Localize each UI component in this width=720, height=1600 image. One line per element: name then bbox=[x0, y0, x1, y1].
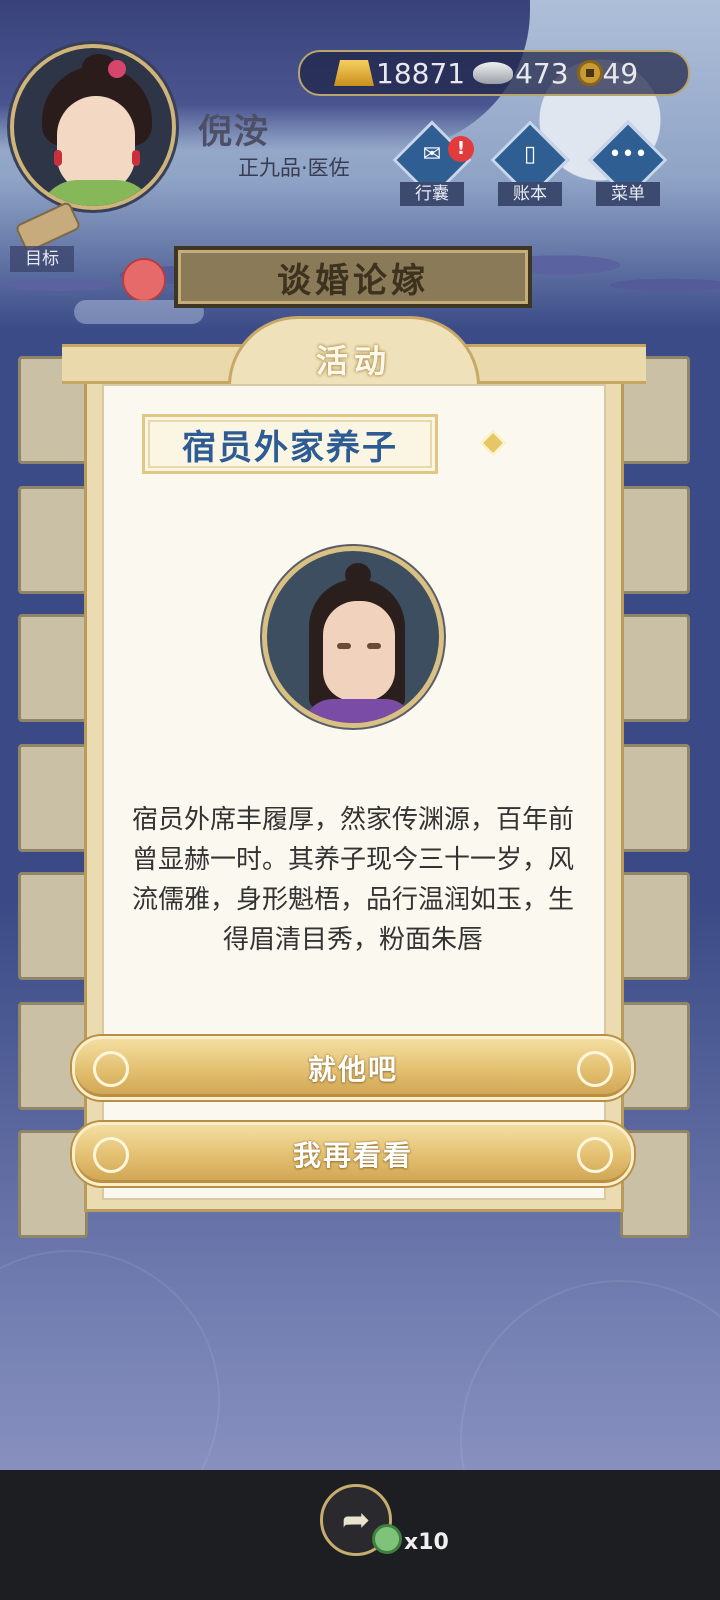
currency-bar: 18871 473 49 bbox=[298, 50, 690, 96]
bag-button[interactable]: ✉ ! 行囊 bbox=[392, 120, 474, 210]
portrait-eye bbox=[337, 643, 351, 649]
background-swirl bbox=[460, 1280, 720, 1500]
page-title-plaque: 谈婚论嫁 bbox=[174, 246, 532, 308]
silver-amount: 473 bbox=[515, 56, 569, 90]
bag-label: 行囊 bbox=[400, 182, 464, 206]
page-title: 谈婚论嫁 bbox=[277, 260, 429, 301]
cloud-curl-icon bbox=[577, 1137, 613, 1173]
decline-label: 我再看看 bbox=[292, 1139, 413, 1172]
cloud-curl-icon bbox=[577, 1051, 613, 1087]
background-swirl bbox=[0, 1250, 220, 1500]
flower-hairpin-icon bbox=[108, 60, 126, 78]
silver-currency: 473 bbox=[473, 56, 569, 90]
portrait-bun bbox=[345, 563, 371, 587]
menu-dots-glyph: ••• bbox=[608, 142, 648, 167]
candidate-portrait bbox=[262, 546, 444, 728]
share-icon: ➦ bbox=[341, 1500, 371, 1540]
ledger-button[interactable]: ▯ 账本 bbox=[490, 120, 570, 210]
portrait-eye bbox=[367, 643, 381, 649]
candidate-name-banner: 宿员外家养子 bbox=[142, 414, 438, 474]
earring-icon bbox=[54, 150, 62, 166]
silver-ingot-icon bbox=[473, 62, 514, 84]
candidate-name: 宿员外家养子 bbox=[182, 427, 398, 468]
copper-coin-icon bbox=[576, 60, 603, 86]
cloud-curl-icon bbox=[93, 1051, 129, 1087]
player-name: 倪洝 bbox=[198, 112, 270, 152]
coin-currency: 49 bbox=[576, 56, 639, 90]
earring-icon bbox=[132, 150, 140, 166]
gold-amount: 18871 bbox=[376, 56, 466, 90]
goal-label: 目标 bbox=[10, 246, 74, 272]
coin-amount: 49 bbox=[602, 56, 639, 90]
lantern-icon bbox=[122, 258, 166, 302]
jade-coin-icon bbox=[372, 1524, 402, 1554]
goal-button[interactable]: 目标 bbox=[10, 200, 82, 272]
cloud-curl-icon bbox=[93, 1137, 129, 1173]
player-avatar[interactable] bbox=[10, 44, 176, 210]
player-rank-title: 正九品·医佐 bbox=[238, 156, 350, 180]
candidate-description: 宿员外席丰履厚，然家传渊源，百年前曾显赫一时。其养子现今三十一岁，风流儒雅，身形… bbox=[131, 805, 574, 955]
menu-label: 菜单 bbox=[596, 182, 660, 206]
avatar-face bbox=[57, 96, 135, 192]
portrait-face bbox=[323, 601, 395, 701]
decline-button[interactable]: 我再看看 bbox=[72, 1122, 634, 1186]
accept-button[interactable]: 就他吧 bbox=[72, 1036, 634, 1100]
ledger-label: 账本 bbox=[498, 182, 562, 206]
ledger-glyph: ▯ bbox=[523, 142, 537, 167]
menu-button[interactable]: ••• 菜单 bbox=[588, 120, 668, 210]
gold-ingot-icon bbox=[334, 60, 374, 86]
modal-title: 活动 bbox=[315, 342, 392, 380]
gold-currency: 18871 bbox=[334, 57, 465, 90]
share-reward-count: x10 bbox=[404, 1530, 449, 1555]
accept-label: 就他吧 bbox=[307, 1053, 398, 1086]
alert-badge: ! bbox=[448, 136, 474, 162]
